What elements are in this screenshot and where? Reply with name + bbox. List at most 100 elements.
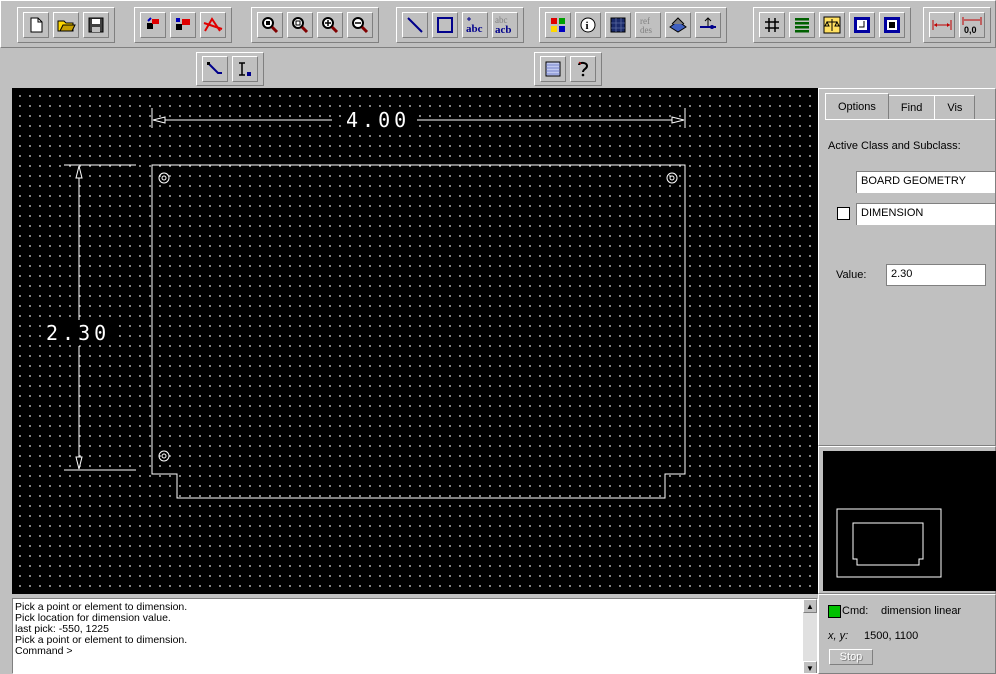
add-rectangle-button[interactable] xyxy=(432,12,458,38)
value-field[interactable]: 2.30 xyxy=(886,264,986,286)
world-view[interactable] xyxy=(823,451,996,591)
add-text-icon: abc xyxy=(466,17,483,35)
ref-des-button[interactable]: ref des xyxy=(635,12,661,38)
move-button[interactable] xyxy=(140,12,166,38)
vertical-dimension-line xyxy=(64,164,136,471)
xy-label: x, y: xyxy=(828,630,849,642)
new-file-button[interactable] xyxy=(23,12,49,38)
subclass-field[interactable]: DIMENSION xyxy=(856,203,995,225)
main-toolbar: abc abc acb i ref des 0,0 xyxy=(0,0,996,48)
dimension-linear-button[interactable] xyxy=(929,12,955,38)
scroll-up-arrow[interactable]: ▲ xyxy=(803,599,817,613)
horizontal-dimension-value[interactable]: 4.00 xyxy=(342,110,415,130)
vertical-dimension-value[interactable]: 2.30 xyxy=(42,323,115,343)
console-lines: Pick a point or element to dimension. Pi… xyxy=(15,602,187,657)
class-field[interactable]: BOARD GEOMETRY xyxy=(856,171,995,193)
add-line-button[interactable] xyxy=(402,12,428,38)
shape-fill-button[interactable] xyxy=(605,12,631,38)
save-button[interactable] xyxy=(83,12,109,38)
xy-value: 1500, 1100 xyxy=(864,630,919,642)
zoom-in-icon xyxy=(322,17,339,34)
scroll-down-arrow[interactable]: ▼ xyxy=(803,661,817,673)
zoom-tool-group xyxy=(251,7,379,43)
zoom-out-button[interactable] xyxy=(347,12,373,38)
place-button[interactable] xyxy=(849,12,875,38)
zoom-window-button[interactable] xyxy=(257,12,283,38)
status-indicator-icon xyxy=(828,605,841,618)
new-file-icon xyxy=(30,17,43,33)
delete-icon xyxy=(203,17,223,32)
horizontal-dimension-line xyxy=(151,108,686,128)
world-view-drawing xyxy=(836,508,942,578)
move-icon xyxy=(147,17,159,29)
open-folder-icon xyxy=(57,20,76,32)
misc-tool-group xyxy=(534,52,602,86)
svg-text:abc: abc xyxy=(466,23,483,35)
info-button[interactable]: i xyxy=(575,12,601,38)
layers-icon xyxy=(795,18,809,33)
stop-button[interactable]: Stop xyxy=(829,649,873,665)
dimension-datum-button[interactable]: 0,0 xyxy=(959,12,985,38)
text-cursor-button[interactable] xyxy=(232,56,258,82)
help-button[interactable] xyxy=(570,56,596,82)
via-button[interactable] xyxy=(695,12,721,38)
zoom-window-icon xyxy=(262,17,279,34)
save-icon xyxy=(88,17,104,33)
chip-button[interactable] xyxy=(879,12,905,38)
display-tool-group: i ref des xyxy=(539,7,727,43)
zoom-in-button[interactable] xyxy=(317,12,343,38)
dimension-linear-icon xyxy=(932,20,952,30)
add-rectangle-icon xyxy=(437,17,453,33)
add-line-icon xyxy=(407,17,423,33)
tab-visibility[interactable]: Vis xyxy=(934,95,976,119)
text-cursor-icon xyxy=(239,62,251,76)
tab-options[interactable]: Options xyxy=(825,93,889,119)
copy-button[interactable] xyxy=(170,12,196,38)
chip-icon xyxy=(884,17,900,33)
balance-button[interactable] xyxy=(819,12,845,38)
layer-stack-icon xyxy=(669,17,687,33)
open-file-button[interactable] xyxy=(53,12,79,38)
pattern-button[interactable] xyxy=(540,56,566,82)
svg-text:0,0: 0,0 xyxy=(964,25,977,35)
tab-divider xyxy=(825,119,995,120)
dimension-datum-icon: 0,0 xyxy=(962,17,982,35)
layer-stack-button[interactable] xyxy=(665,12,691,38)
draw-tool-group: abc abc acb xyxy=(396,7,524,43)
dimension-tool-group: 0,0 xyxy=(923,7,991,43)
tab-find[interactable]: Find xyxy=(887,95,936,119)
svg-text:i: i xyxy=(586,20,589,32)
add-text-button[interactable]: abc xyxy=(462,12,488,38)
place-icon xyxy=(854,17,870,33)
secondary-toolbar xyxy=(0,48,996,88)
layers-button[interactable] xyxy=(789,12,815,38)
delete-button[interactable] xyxy=(200,12,226,38)
grid-icon xyxy=(765,18,779,32)
cmd-value: dimension linear xyxy=(881,605,962,617)
route-button[interactable] xyxy=(202,56,228,82)
edit-text-button[interactable]: abc acb xyxy=(492,12,518,38)
grid-button[interactable] xyxy=(759,12,785,38)
value-label: Value: xyxy=(836,269,867,281)
route-tool-group xyxy=(196,52,264,86)
setup-tool-group xyxy=(753,7,911,43)
subclass-checkbox[interactable] xyxy=(837,207,850,220)
file-tool-group xyxy=(17,7,115,43)
balance-icon xyxy=(823,16,841,34)
shape-fill-icon xyxy=(610,17,626,33)
console-scrollbar[interactable]: ▲ ▼ xyxy=(803,599,817,673)
pattern-icon xyxy=(545,61,561,77)
command-console[interactable]: Pick a point or element to dimension. Pi… xyxy=(12,598,818,674)
svg-text:acb: acb xyxy=(495,24,512,36)
via-icon xyxy=(700,17,716,29)
svg-text:des: des xyxy=(640,25,652,35)
design-canvas[interactable]: 4.00 2.30 xyxy=(12,88,818,594)
zoom-fit-button[interactable] xyxy=(287,12,313,38)
options-panel: Options Find Vis Active Class and Subcla… xyxy=(818,88,996,446)
world-view-panel xyxy=(818,446,996,594)
zoom-out-icon xyxy=(352,17,369,34)
copy-icon xyxy=(176,18,190,30)
ref-des-icon: refdes xyxy=(640,16,652,35)
color-button[interactable] xyxy=(545,12,571,38)
command-prompt[interactable]: Command > xyxy=(15,646,187,657)
